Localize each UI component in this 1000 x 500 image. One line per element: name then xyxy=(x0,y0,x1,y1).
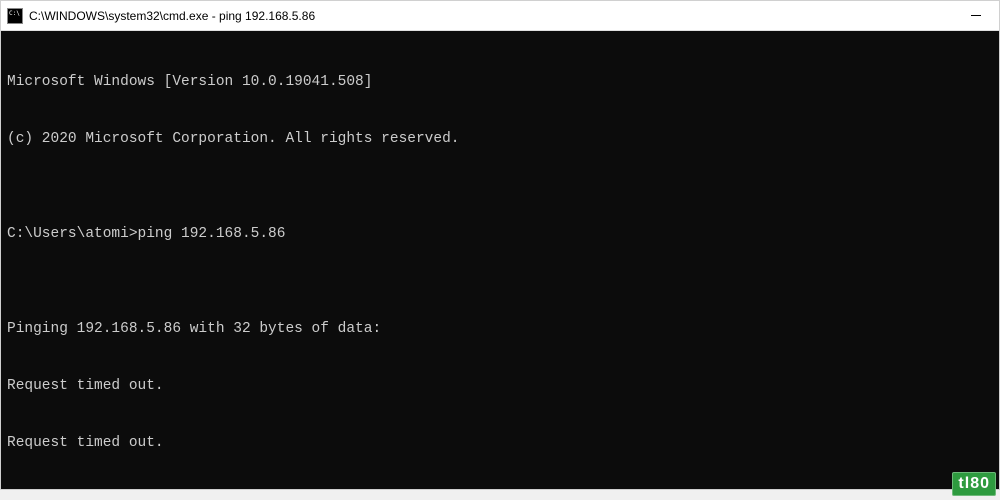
terminal-line: Request timed out. xyxy=(7,434,993,453)
terminal-line: (c) 2020 Microsoft Corporation. All righ… xyxy=(7,130,993,149)
minimize-icon xyxy=(971,15,981,16)
terminal-line: Request timed out. xyxy=(7,377,993,396)
terminal-output[interactable]: Microsoft Windows [Version 10.0.19041.50… xyxy=(1,31,999,489)
terminal-line: C:\Users\atomi>ping 192.168.5.86 xyxy=(7,225,993,244)
cmd-icon xyxy=(7,8,23,24)
window-title: C:\WINDOWS\system32\cmd.exe - ping 192.1… xyxy=(29,9,953,23)
watermark-text: tl80 xyxy=(958,475,990,492)
terminal-line: Pinging 192.168.5.86 with 32 bytes of da… xyxy=(7,320,993,339)
window-controls xyxy=(953,1,999,30)
title-bar[interactable]: C:\WINDOWS\system32\cmd.exe - ping 192.1… xyxy=(1,1,999,31)
watermark-badge: tl80 xyxy=(952,472,996,496)
cmd-window: C:\WINDOWS\system32\cmd.exe - ping 192.1… xyxy=(0,0,1000,490)
minimize-button[interactable] xyxy=(953,1,999,30)
terminal-line: Microsoft Windows [Version 10.0.19041.50… xyxy=(7,73,993,92)
